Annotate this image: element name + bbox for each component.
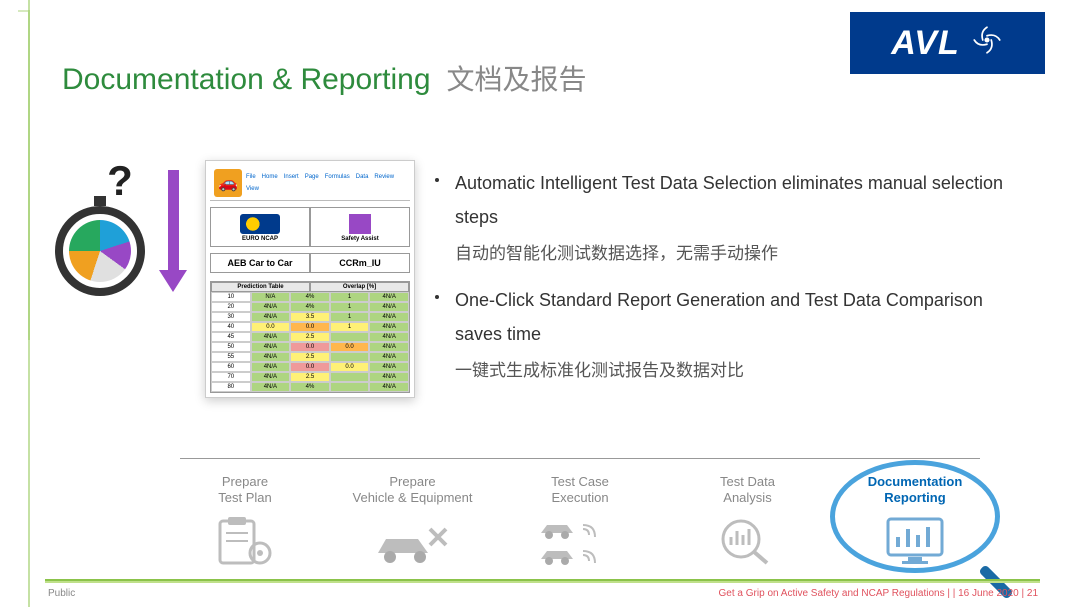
slide: AVL Documentation & Reporting 文档及报告 ? 🚗 … <box>0 0 1080 607</box>
accent-left-line-2 <box>18 10 30 340</box>
ncap-text: EURO NCAP <box>213 236 307 242</box>
wf-step-1: PrepareTest Plan <box>170 474 320 568</box>
header-ccrm: CCRm_IU <box>310 253 410 273</box>
chart-magnifier-icon <box>673 512 823 567</box>
question-mark-icon: ? <box>55 160 185 202</box>
wf-step-4: Test DataAnalysis <box>673 474 823 568</box>
wf-step-5-active: DocumentationReporting <box>840 474 990 568</box>
bullet-1-zh: 自动的智能化测试数据选择，无需手动操作 <box>455 238 1025 270</box>
ribbon-bar: 🚗 FileHomeInsertPageFormulasDataReviewVi… <box>210 165 410 201</box>
bullets: Automatic Intelligent Test Data Selectio… <box>435 160 1025 399</box>
ribbon-tabs: FileHomeInsertPageFormulasDataReviewView <box>246 174 406 192</box>
bullet-2: One-Click Standard Report Generation and… <box>435 283 1025 351</box>
wf1-l1: Prepare <box>222 474 268 489</box>
logo-text: AVL <box>891 24 959 63</box>
footer-line <box>45 579 1040 583</box>
bullet-1-en: Automatic Intelligent Test Data Selectio… <box>455 166 1025 234</box>
clipboard-cog-icon <box>170 512 320 567</box>
bullet-2-zh: 一键式生成标准化测试报告及数据对比 <box>455 355 1025 387</box>
header-aeb: AEB Car to Car <box>210 253 310 273</box>
wf5-l1: Documentation <box>868 474 963 489</box>
ncap-cell: EURO NCAP <box>210 207 310 247</box>
bullet-dot-icon <box>435 295 439 299</box>
wf3-l2: Execution <box>551 490 608 505</box>
title-chinese: 文档及报告 <box>447 58 587 98</box>
stopwatch-icon <box>55 206 145 296</box>
bullet-2-en: One-Click Standard Report Generation and… <box>455 283 1025 351</box>
tbl-h1: Prediction Table <box>211 282 310 292</box>
euro-ncap-logo-icon <box>240 214 280 234</box>
footer-right: Get a Grip on Active Safety and NCAP Reg… <box>719 588 1038 599</box>
wf2-l1: Prepare <box>389 474 435 489</box>
workflow-row: PrepareTest Plan PrepareVehicle & Equipm… <box>170 474 990 568</box>
wf-step-3: Test CaseExecution <box>505 474 655 568</box>
wf3-l1: Test Case <box>551 474 609 489</box>
wf1-l2: Test Plan <box>218 490 271 505</box>
stopwatch-graphic: ? <box>55 160 185 399</box>
safety-text: Safety Assist <box>313 236 407 242</box>
slide-title: Documentation & Reporting 文档及报告 <box>62 58 587 98</box>
safety-cell: Safety Assist <box>310 207 410 247</box>
logo-swirl-icon <box>970 23 1004 64</box>
prediction-table: Prediction TableOverlap [%] 10N/A4%14N/A… <box>210 281 410 393</box>
content-row: ? 🚗 FileHomeInsertPageFormulasDataReview… <box>55 160 1025 399</box>
car-tools-icon <box>338 512 488 567</box>
wf2-l2: Vehicle & Equipment <box>353 490 473 505</box>
footer-left: Public <box>48 588 75 599</box>
tbl-h2: Overlap [%] <box>310 282 409 292</box>
safety-assist-icon <box>349 214 371 234</box>
wf4-l1: Test Data <box>720 474 775 489</box>
cars-signal-icon <box>505 512 655 567</box>
title-english: Documentation & Reporting <box>62 63 431 97</box>
wf-step-2: PrepareVehicle & Equipment <box>338 474 488 568</box>
app-icon: 🚗 <box>214 169 242 197</box>
workflow-divider <box>180 458 980 459</box>
wf4-l2: Analysis <box>723 490 771 505</box>
arrow-down-icon <box>168 170 187 292</box>
bullet-1: Automatic Intelligent Test Data Selectio… <box>435 166 1025 234</box>
monitor-chart-icon <box>840 512 990 567</box>
app-screenshot: 🚗 FileHomeInsertPageFormulasDataReviewVi… <box>205 160 415 399</box>
avl-logo: AVL <box>850 12 1045 74</box>
bullet-dot-icon <box>435 178 439 182</box>
wf5-l2: Reporting <box>884 490 945 505</box>
